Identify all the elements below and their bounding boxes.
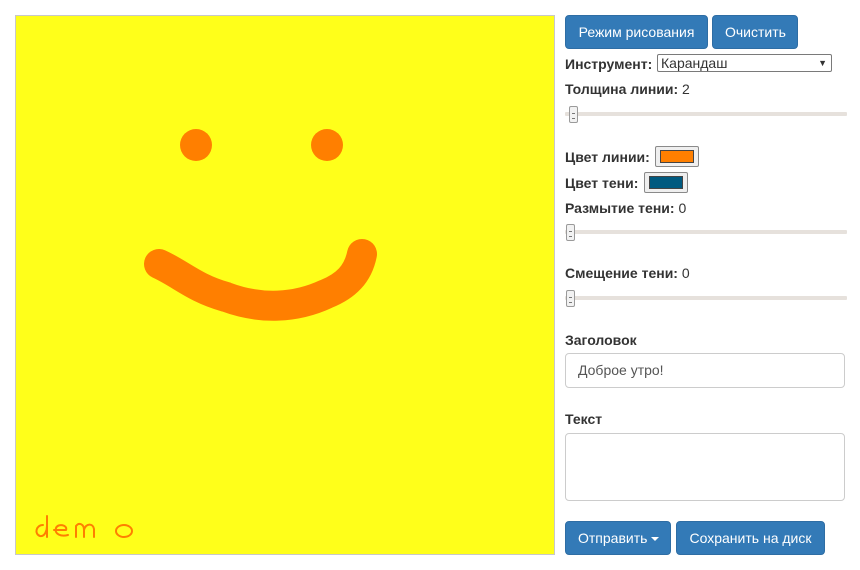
shadow-blur-slider[interactable]	[565, 230, 847, 234]
line-width-slider-thumb[interactable]	[569, 106, 578, 123]
tool-label: Инструмент:	[565, 56, 653, 72]
line-width-value: 2	[682, 81, 690, 97]
line-color-swatch	[660, 150, 694, 163]
send-dropdown-button[interactable]: Отправить	[565, 521, 671, 555]
send-button-label: Отправить	[578, 530, 648, 546]
dropdown-arrow-icon: ▼	[818, 58, 827, 68]
drawing-surface	[35, 129, 377, 538]
shadow-color-swatch	[649, 176, 683, 189]
drawing-canvas[interactable]	[15, 15, 555, 555]
shadow-blur-slider-thumb[interactable]	[566, 224, 575, 241]
text-field-label: Текст	[565, 411, 603, 427]
title-field-label: Заголовок	[565, 332, 637, 348]
line-width-label: Толщина линии:	[565, 81, 679, 97]
smile-stroke	[144, 239, 377, 321]
shadow-color-label: Цвет тени:	[565, 175, 639, 191]
shadow-blur-label: Размытие тени:	[565, 200, 675, 216]
shadow-color-picker[interactable]	[644, 172, 688, 193]
demo-signature	[35, 515, 133, 538]
save-to-disk-button[interactable]: Сохранить на диск	[676, 521, 825, 555]
shadow-offset-value: 0	[681, 265, 690, 281]
line-color-picker[interactable]	[655, 146, 699, 167]
line-width-slider[interactable]	[565, 112, 847, 116]
line-width-label-row: Толщина линии: 2	[565, 81, 690, 97]
text-textarea[interactable]	[565, 433, 845, 501]
caret-down-icon	[651, 537, 660, 542]
shadow-offset-slider-thumb[interactable]	[566, 290, 575, 307]
shadow-offset-slider[interactable]	[565, 296, 847, 300]
shadow-offset-label: Смещение тени:	[565, 265, 678, 281]
title-input[interactable]: Доброе утро!	[565, 353, 845, 388]
shadow-blur-value: 0	[678, 200, 687, 216]
shadow-blur-label-row: Размытие тени: 0	[565, 200, 686, 216]
left-eye	[180, 129, 212, 161]
line-color-label: Цвет линии:	[565, 149, 650, 165]
shadow-offset-label-row: Смещение тени: 0	[565, 265, 690, 281]
tool-select[interactable]: Карандаш ▼	[657, 54, 832, 72]
right-eye	[311, 129, 343, 161]
draw-mode-button[interactable]: Режим рисования	[565, 15, 708, 49]
clear-button[interactable]: Очистить	[712, 15, 798, 49]
tool-selected-value: Карандаш	[661, 55, 728, 71]
